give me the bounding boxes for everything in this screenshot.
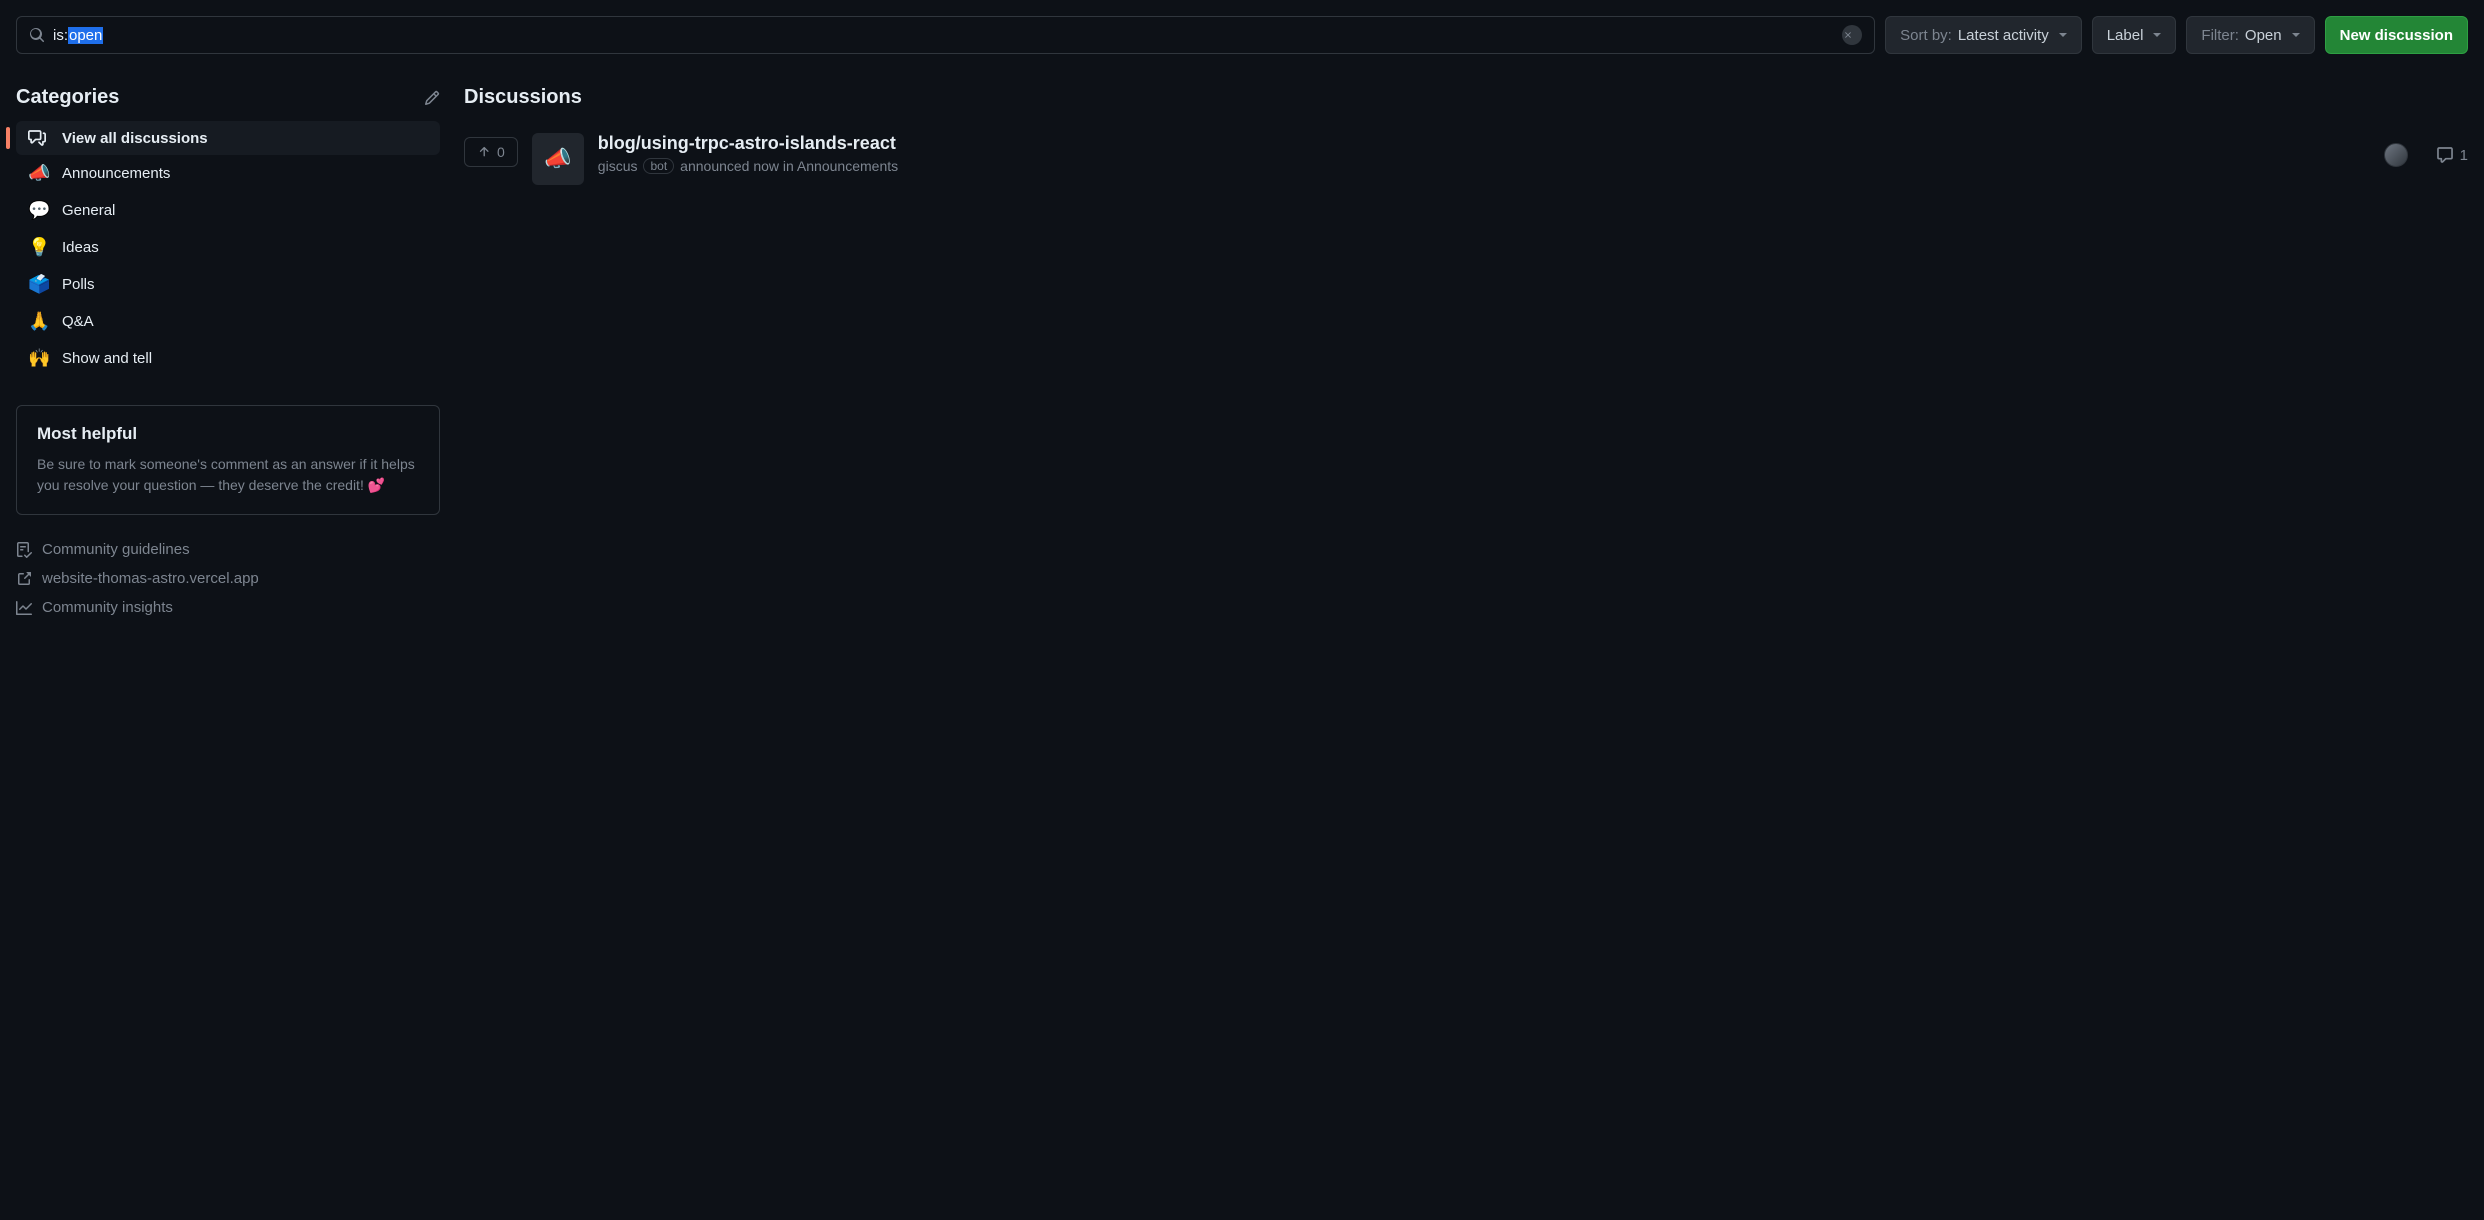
- speech-balloon-icon: 💬: [28, 200, 50, 221]
- clear-search-button[interactable]: [1842, 25, 1862, 45]
- vote-count: 0: [497, 144, 505, 160]
- chevron-down-icon: [2059, 33, 2067, 37]
- ballot-box-icon: 🗳️: [28, 274, 50, 295]
- comment-discussion-icon: [28, 129, 50, 147]
- category-label: Polls: [62, 276, 95, 293]
- megaphone-icon: 📣: [28, 163, 50, 184]
- filter-value: Open: [2245, 27, 2282, 44]
- category-label: Announcements: [62, 165, 170, 182]
- category-qa[interactable]: 🙏 Q&A: [16, 303, 440, 340]
- link-label: Community insights: [42, 599, 173, 616]
- participant-avatar[interactable]: [2384, 143, 2408, 167]
- close-icon: [1843, 30, 1853, 40]
- edit-categories-button[interactable]: [424, 90, 440, 106]
- search-input[interactable]: is:open: [53, 27, 1842, 44]
- most-helpful-box: Most helpful Be sure to mark someone's c…: [16, 405, 440, 515]
- sort-dropdown[interactable]: Sort by: Latest activity: [1885, 16, 2082, 54]
- category-ideas[interactable]: 💡 Ideas: [16, 229, 440, 266]
- category-label: Show and tell: [62, 350, 152, 367]
- category-polls[interactable]: 🗳️ Polls: [16, 266, 440, 303]
- graph-icon: [16, 600, 32, 616]
- category-view-all[interactable]: View all discussions: [16, 121, 440, 155]
- comment-count-link[interactable]: 1: [2436, 146, 2468, 164]
- discussion-meta-text: announced now in Announcements: [680, 158, 898, 174]
- pencil-icon: [424, 90, 440, 106]
- checklist-icon: [16, 542, 32, 558]
- discussion-meta: giscus bot announced now in Announcement…: [598, 158, 2370, 174]
- community-guidelines-link[interactable]: Community guidelines: [16, 535, 440, 564]
- sort-prefix: Sort by:: [1900, 27, 1952, 44]
- chevron-down-icon: [2153, 33, 2161, 37]
- category-show-and-tell[interactable]: 🙌 Show and tell: [16, 340, 440, 377]
- lightbulb-icon: 💡: [28, 237, 50, 258]
- sort-value: Latest activity: [1958, 27, 2049, 44]
- search-prefix: is:: [53, 27, 68, 44]
- community-links: Community guidelines website-thomas-astr…: [16, 535, 440, 622]
- most-helpful-title: Most helpful: [37, 424, 419, 444]
- community-insights-link[interactable]: Community insights: [16, 593, 440, 622]
- category-general[interactable]: 💬 General: [16, 192, 440, 229]
- category-label: View all discussions: [62, 130, 208, 147]
- link-label: website-thomas-astro.vercel.app: [42, 570, 259, 587]
- comment-count-value: 1: [2460, 147, 2468, 164]
- upvote-button[interactable]: 0: [464, 137, 518, 167]
- pray-icon: 🙏: [28, 311, 50, 332]
- category-label: Q&A: [62, 313, 94, 330]
- filter-prefix: Filter:: [2201, 27, 2239, 44]
- search-icon: [29, 27, 45, 43]
- link-label: Community guidelines: [42, 541, 190, 558]
- filter-dropdown[interactable]: Filter: Open: [2186, 16, 2314, 54]
- category-announcements[interactable]: 📣 Announcements: [16, 155, 440, 192]
- external-link-icon: [16, 571, 32, 587]
- categories-heading: Categories: [16, 86, 119, 109]
- category-label: Ideas: [62, 239, 99, 256]
- search-selected-token: open: [68, 27, 103, 44]
- raised-hands-icon: 🙌: [28, 348, 50, 369]
- category-list: View all discussions 📣 Announcements 💬 G…: [16, 121, 440, 377]
- chevron-down-icon: [2292, 33, 2300, 37]
- discussions-heading: Discussions: [464, 86, 2468, 109]
- arrow-up-icon: [477, 145, 491, 159]
- comment-icon: [2436, 146, 2454, 164]
- discussion-title-link[interactable]: blog/using-trpc-astro-islands-react: [598, 133, 2370, 154]
- category-label: General: [62, 202, 115, 219]
- label-text: Label: [2107, 27, 2144, 44]
- new-discussion-button[interactable]: New discussion: [2325, 16, 2468, 54]
- bot-badge: bot: [643, 158, 674, 174]
- label-dropdown[interactable]: Label: [2092, 16, 2177, 54]
- discussion-row: 0 📣 blog/using-trpc-astro-islands-react …: [464, 125, 2468, 193]
- search-input-wrapper[interactable]: is:open: [16, 16, 1875, 54]
- most-helpful-body: Be sure to mark someone's comment as an …: [37, 454, 419, 496]
- website-link[interactable]: website-thomas-astro.vercel.app: [16, 564, 440, 593]
- discussion-category-badge: 📣: [532, 133, 584, 185]
- discussion-author[interactable]: giscus: [598, 158, 638, 174]
- megaphone-icon: 📣: [544, 146, 571, 172]
